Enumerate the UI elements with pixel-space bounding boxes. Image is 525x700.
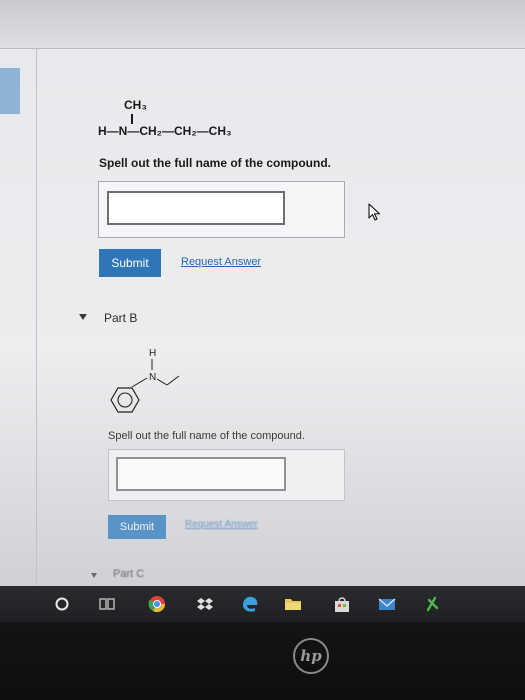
submit-button-a[interactable]: Submit <box>99 249 161 277</box>
answer-input-a[interactable] <box>107 191 285 225</box>
aromatic-circle <box>117 392 133 408</box>
submit-button-b[interactable]: Submit <box>108 515 166 539</box>
hydrogen-label: H <box>149 348 156 359</box>
windows-taskbar <box>0 586 525 622</box>
money-icon[interactable] <box>423 595 441 613</box>
collapse-triangle-icon[interactable] <box>79 314 87 320</box>
answer-box-b <box>108 449 345 501</box>
screen: CH₃ H—N—CH₂—CH₂—CH₃ Spell out the full n… <box>0 0 525 592</box>
store-icon[interactable] <box>333 595 351 613</box>
mail-icon[interactable] <box>378 595 396 613</box>
dropbox-icon[interactable] <box>196 595 214 613</box>
sidebar-divider <box>36 48 37 592</box>
ethyl-bond-1 <box>156 378 168 386</box>
answer-input-b[interactable] <box>116 457 286 491</box>
part-c-heading[interactable]: Part C <box>113 568 144 580</box>
nitrogen-label: N <box>149 372 156 383</box>
question-prompt-a: Spell out the full name of the compound. <box>99 156 331 170</box>
laptop-bezel <box>0 622 525 700</box>
header-divider <box>0 48 525 49</box>
task-view-icon[interactable] <box>98 595 116 613</box>
file-explorer-icon[interactable] <box>284 595 302 613</box>
main-chain-label: H—N—CH₂—CH₂—CH₃ <box>98 124 232 138</box>
ring-n-bond <box>131 377 148 388</box>
part-b-heading[interactable]: Part B <box>104 311 137 325</box>
question-prompt-b: Spell out the full name of the compound. <box>108 430 305 442</box>
benzene-ring <box>110 387 140 413</box>
methyl-group-label: CH₃ <box>124 98 147 112</box>
request-answer-link-a[interactable]: Request Answer <box>181 256 261 268</box>
collapse-triangle-c-icon[interactable] <box>91 573 97 578</box>
mouse-pointer-icon <box>368 203 381 221</box>
chrome-icon[interactable] <box>148 595 166 613</box>
ethyl-bond-2 <box>166 375 180 386</box>
hp-logo-icon: hp <box>293 638 329 674</box>
structure-part-b: H N <box>110 348 180 413</box>
sidebar-highlight[interactable] <box>0 68 20 114</box>
edge-icon[interactable] <box>241 595 259 613</box>
request-answer-link-b[interactable]: Request Answer <box>185 519 258 530</box>
cortana-circle-icon[interactable] <box>53 595 71 613</box>
answer-box-a <box>98 181 345 238</box>
methyl-bond <box>131 114 133 124</box>
browser-top-area <box>0 0 525 48</box>
